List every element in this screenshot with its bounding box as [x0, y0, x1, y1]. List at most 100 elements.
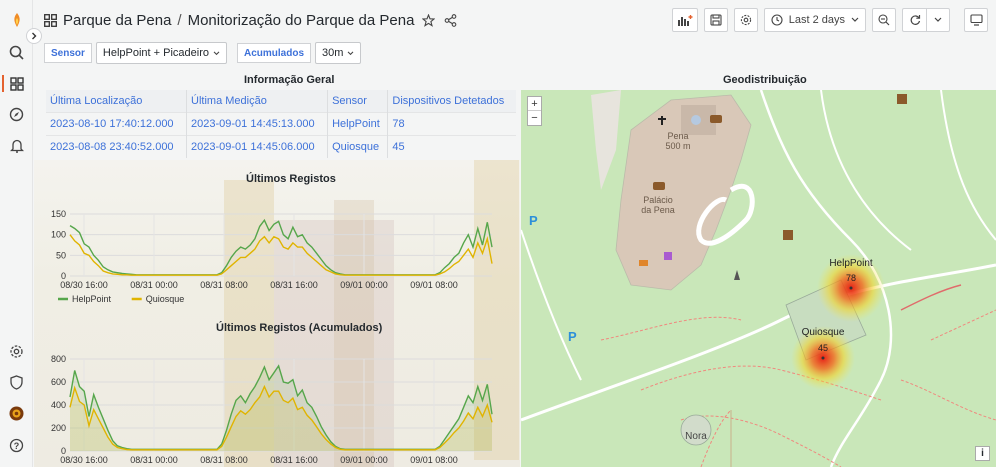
variables-bar: Sensor HelpPoint + Picadeiro Acumulados … [44, 42, 362, 64]
add-panel-button[interactable] [671, 8, 698, 32]
map-label-palacio-line2: da Pena [641, 205, 675, 215]
info-panel-title: Informação Geral [244, 74, 335, 86]
column-header[interactable]: Dispositivos Detetados [387, 90, 516, 112]
sensor-variable-select[interactable]: HelpPoint + Picadeiro [95, 42, 227, 64]
active-indicator [2, 75, 4, 92]
marker-helppoint [849, 286, 853, 290]
dashboard-header: Parque da Pena / Monitorização do Parque… [34, 0, 996, 40]
x-tick-label: 08/31 00:00 [130, 280, 178, 290]
grafana-logo-icon[interactable] [8, 11, 25, 28]
x-tick-label: 08/31 00:00 [130, 455, 178, 465]
chevron-down-icon [934, 17, 942, 22]
table-cell[interactable]: 2023-09-01 14:45:06.000 [186, 134, 329, 158]
x-tick-label: 08/30 16:00 [60, 280, 108, 290]
monument-icon [734, 270, 740, 280]
zoom-in-button[interactable]: + [528, 97, 541, 111]
map-label-pena-altitude: 500 m [665, 141, 690, 151]
column-header[interactable]: Última Localização [46, 90, 188, 112]
expand-sidebar-button[interactable] [26, 28, 42, 44]
map-zoom-control: + − [527, 96, 542, 126]
table-cell[interactable]: Quiosque [327, 134, 389, 158]
dashboards-icon[interactable] [8, 75, 25, 92]
map-label-palacio-line1: Palácio [643, 195, 673, 205]
time-range-picker[interactable]: Last 2 days [763, 8, 866, 32]
footpath [900, 309, 996, 421]
gear-icon [740, 14, 751, 26]
geo-map[interactable]: Pena 500 m Palácio da Pena Nora HelpPoin… [521, 90, 996, 467]
x-tick-label: 08/31 16:00 [270, 280, 318, 290]
column-header[interactable]: Sensor [327, 90, 389, 112]
table-cell[interactable]: 2023-08-10 17:40:12.000 [46, 111, 188, 135]
y-tick-label: 200 [51, 423, 66, 433]
chart2-svg: 020040060080008/30 16:00 08/31 00:00 08/31… [51, 354, 493, 465]
x-tick-label: 09/01 08:00 [410, 280, 458, 290]
road [940, 90, 996, 241]
refresh-interval-dropdown[interactable] [926, 8, 950, 32]
legend-label: Quiosque [146, 294, 185, 304]
legend-label: HelpPoint [72, 294, 112, 304]
user-avatar[interactable] [8, 405, 25, 422]
x-tick-label: 08/31 08:00 [200, 455, 248, 465]
table-cell[interactable]: 2023-08-08 23:40:52.000 [46, 134, 188, 158]
svg-text:?: ? [14, 441, 20, 451]
chevron-down-icon [851, 17, 859, 22]
shield-icon[interactable] [8, 374, 25, 391]
map-label-helppoint-count: 78 [846, 273, 856, 283]
monitor-icon [969, 14, 983, 26]
breadcrumb-folder[interactable]: Parque da Pena [63, 12, 171, 29]
x-tick-label: 08/31 08:00 [200, 280, 248, 290]
clock-icon [771, 14, 783, 26]
column-header[interactable]: Última Medição [186, 90, 329, 112]
share-icon[interactable] [444, 13, 458, 27]
chevron-down-icon [348, 50, 354, 55]
map-label-quiosque: Quiosque [802, 327, 845, 338]
x-tick-label: 08/31 16:00 [270, 455, 318, 465]
road [521, 263, 996, 422]
dashboard-settings-button[interactable] [733, 8, 758, 32]
accumulated-variable-value: 30m [322, 47, 344, 59]
y-tick-label: 600 [51, 377, 66, 387]
viewpoint-icon [653, 182, 665, 190]
map-canvas: Pena 500 m Palácio da Pena Nora HelpPoin… [521, 90, 996, 467]
toilets-icon [897, 94, 907, 104]
table-row: 2023-08-10 17:40:12.000 2023-09-01 14:45… [46, 111, 516, 135]
zoom-out-icon [878, 14, 890, 26]
table-cell[interactable]: 2023-09-01 14:45:13.000 [186, 111, 329, 135]
table-cell[interactable]: 78 [387, 111, 516, 135]
viewpoint-icon [710, 115, 722, 123]
chart2-title: Últimos Registos (Acumulados) [216, 322, 383, 334]
save-button[interactable] [703, 8, 728, 32]
refresh-icon [910, 15, 920, 25]
settings-icon[interactable] [8, 343, 25, 360]
star-icon[interactable] [422, 13, 436, 27]
map-label-nora: Nora [685, 431, 707, 442]
explore-icon[interactable] [8, 106, 25, 123]
table-cell[interactable]: HelpPoint [327, 111, 389, 135]
tv-mode-button[interactable] [964, 8, 988, 32]
x-tick-label: 09/01 00:00 [340, 455, 388, 465]
x-tick-label: 08/30 16:00 [60, 455, 108, 465]
info-table: Última Localização Última Medição Sensor… [46, 90, 516, 158]
sensor-variable-value: HelpPoint + Picadeiro [102, 47, 209, 59]
parking-icon: P [568, 329, 577, 344]
y-tick-label: 400 [51, 400, 66, 410]
alerting-icon[interactable] [8, 137, 25, 154]
help-icon[interactable]: ? [8, 437, 25, 454]
dashboard-panels: Informação Geral Última Localização Últi… [34, 70, 996, 467]
x-tick-label: 09/01 00:00 [340, 280, 388, 290]
zoom-out-button[interactable] [872, 8, 896, 32]
road [820, 90, 912, 251]
refresh-button[interactable] [902, 8, 926, 32]
map-label-pena: Pena [667, 131, 688, 141]
search-icon[interactable] [8, 44, 25, 61]
x-tick-label: 09/01 08:00 [410, 455, 458, 465]
parking-icon: P [529, 213, 538, 228]
page-title[interactable]: Monitorização do Parque da Pena [188, 12, 415, 29]
road [521, 229, 582, 381]
table-cell[interactable]: 45 [387, 134, 516, 158]
sidebar: ? [0, 0, 33, 467]
gift-shop-icon [664, 252, 672, 260]
zoom-out-button[interactable]: − [528, 111, 541, 125]
accumulated-variable-select[interactable]: 30m [315, 42, 362, 64]
map-attribution-button[interactable]: i [975, 446, 990, 461]
